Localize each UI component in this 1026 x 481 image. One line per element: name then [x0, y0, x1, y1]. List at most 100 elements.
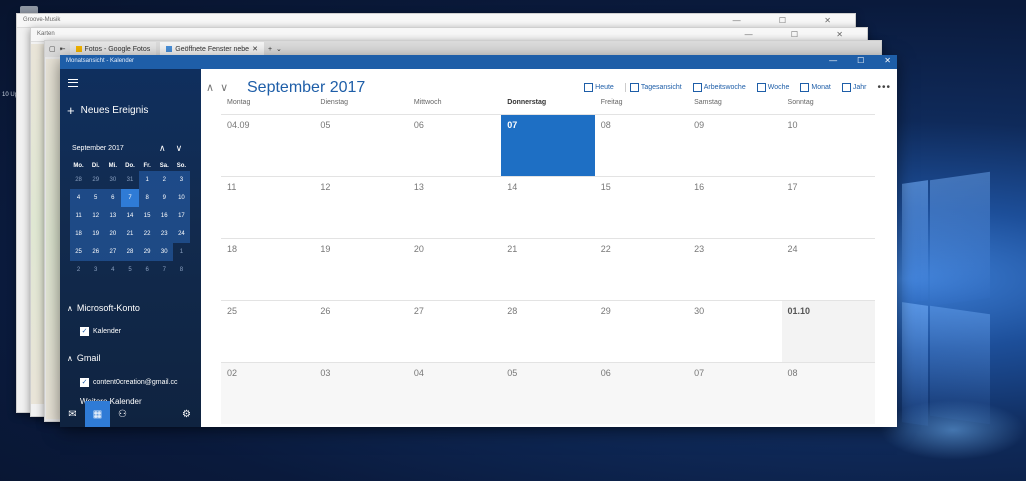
work-week-button[interactable]: Arbeitswoche: [692, 83, 746, 92]
day-cell[interactable]: 27: [408, 301, 501, 362]
mini-day[interactable]: 18: [70, 225, 88, 243]
mini-day[interactable]: 1: [173, 243, 190, 261]
day-cell[interactable]: 28: [501, 301, 594, 362]
day-cell[interactable]: 15: [595, 177, 688, 238]
checkbox-checked-icon[interactable]: ✓: [80, 327, 89, 336]
mini-day[interactable]: 5: [121, 261, 138, 279]
new-tab-button[interactable]: +: [268, 46, 272, 53]
mini-day[interactable]: 8: [138, 189, 156, 207]
mini-day[interactable]: 26: [87, 243, 105, 261]
mini-day[interactable]: 30: [104, 171, 121, 189]
mini-day[interactable]: 9: [155, 189, 173, 207]
day-cell[interactable]: 01.10: [781, 301, 875, 362]
mini-day[interactable]: 25: [70, 243, 88, 261]
microsoft-account-section[interactable]: ∧ Microsoft-Konto: [67, 303, 140, 313]
month-title[interactable]: September 2017: [247, 79, 365, 97]
day-view-button[interactable]: Tagesansicht: [624, 83, 682, 92]
day-cell[interactable]: 16: [688, 177, 781, 238]
mini-day[interactable]: 28: [70, 171, 87, 189]
maximize-button[interactable]: ☐: [857, 56, 864, 65]
mini-day[interactable]: 29: [138, 243, 156, 261]
tab-back-icon[interactable]: ⇤: [60, 45, 66, 53]
mini-day[interactable]: 16: [155, 207, 173, 225]
tab-list-icon[interactable]: ▢: [49, 45, 56, 53]
day-cell[interactable]: 07: [688, 363, 782, 424]
more-options-icon[interactable]: •••: [877, 82, 891, 93]
calendar-icon[interactable]: ▦: [85, 401, 110, 427]
people-icon[interactable]: ⚇: [110, 401, 135, 427]
hamburger-menu-icon[interactable]: [68, 79, 78, 87]
gear-icon[interactable]: ⚙: [174, 401, 199, 427]
year-button[interactable]: Jahr: [841, 83, 866, 92]
chevron-up-icon[interactable]: ∧: [159, 143, 166, 154]
mini-day[interactable]: 17: [172, 207, 190, 225]
mini-day[interactable]: 23: [155, 225, 173, 243]
tab-close-icon[interactable]: ✕: [252, 45, 258, 53]
mini-day[interactable]: 11: [70, 207, 88, 225]
close-button[interactable]: ✕: [884, 56, 891, 65]
mini-calendar-title[interactable]: September 2017: [72, 145, 124, 152]
mini-day[interactable]: 6: [139, 261, 156, 279]
title-bar[interactable]: Monatsansicht - Kalender — ☐ ✕: [60, 55, 897, 69]
chevron-down-icon[interactable]: ∨: [220, 81, 228, 94]
mini-day[interactable]: 4: [70, 189, 88, 207]
mini-day[interactable]: 8: [173, 261, 190, 279]
day-cell[interactable]: 29: [595, 301, 688, 362]
day-cell[interactable]: 13: [408, 177, 501, 238]
day-cell[interactable]: 04.09: [221, 115, 314, 176]
chevron-down-icon[interactable]: ⌄: [276, 45, 282, 53]
day-cell[interactable]: 06: [594, 363, 689, 424]
window-controls[interactable]: — ☐ ✕: [745, 30, 861, 39]
day-cell-today[interactable]: 07: [501, 115, 595, 176]
mini-day[interactable]: 21: [121, 225, 139, 243]
day-cell[interactable]: 02: [221, 363, 315, 424]
mini-day[interactable]: 14: [121, 207, 139, 225]
day-cell[interactable]: 23: [688, 239, 781, 300]
day-cell[interactable]: 14: [501, 177, 594, 238]
chevron-down-icon[interactable]: ∨: [176, 143, 183, 154]
tab-google-photos[interactable]: Fotos - Google Fotos: [69, 42, 157, 56]
mini-day[interactable]: 13: [104, 207, 122, 225]
today-button[interactable]: Heute: [584, 83, 614, 92]
day-cell[interactable]: 11: [221, 177, 314, 238]
new-event-button[interactable]: + Neues Ereignis: [67, 104, 148, 117]
mini-day[interactable]: 22: [138, 225, 156, 243]
day-cell[interactable]: 05: [501, 363, 595, 424]
mini-day[interactable]: 4: [104, 261, 121, 279]
day-cell[interactable]: 17: [782, 177, 875, 238]
mini-day[interactable]: 6: [104, 189, 122, 207]
day-cell[interactable]: 09: [688, 115, 781, 176]
day-cell[interactable]: 21: [501, 239, 594, 300]
mini-day[interactable]: 7: [156, 261, 173, 279]
mail-icon[interactable]: ✉: [60, 401, 85, 427]
calendar-checkbox-kalender[interactable]: ✓ Kalender: [80, 327, 121, 336]
week-button[interactable]: Woche: [756, 83, 789, 92]
tab-open-windows[interactable]: Geöffnete Fenster nebe ✕: [160, 42, 264, 56]
day-cell[interactable]: 12: [314, 177, 407, 238]
mini-day[interactable]: 28: [121, 243, 139, 261]
day-cell[interactable]: 19: [314, 239, 407, 300]
day-cell[interactable]: 10: [782, 115, 875, 176]
mini-day[interactable]: 15: [138, 207, 156, 225]
month-button[interactable]: Monat: [800, 83, 831, 92]
day-cell[interactable]: 05: [314, 115, 407, 176]
mini-day[interactable]: 29: [87, 171, 104, 189]
mini-day[interactable]: 27: [104, 243, 122, 261]
gmail-section[interactable]: ∧ Gmail: [67, 353, 100, 363]
mini-day[interactable]: 19: [87, 225, 105, 243]
mini-day[interactable]: 10: [172, 189, 190, 207]
mini-day[interactable]: 5: [87, 189, 105, 207]
calendar-window[interactable]: Monatsansicht - Kalender — ☐ ✕ + Neues E…: [60, 55, 897, 427]
day-cell[interactable]: 26: [314, 301, 407, 362]
mini-day[interactable]: 12: [87, 207, 105, 225]
checkbox-checked-icon[interactable]: ✓: [80, 378, 89, 387]
window-controls[interactable]: — ☐ ✕: [733, 16, 849, 25]
day-cell[interactable]: 24: [782, 239, 875, 300]
day-cell[interactable]: 03: [314, 363, 408, 424]
day-cell[interactable]: 08: [595, 115, 688, 176]
mini-day[interactable]: 3: [172, 171, 190, 189]
calendar-checkbox-gmail[interactable]: ✓ content0creation@gmail.cc: [80, 378, 178, 387]
day-cell[interactable]: 06: [408, 115, 501, 176]
mini-day[interactable]: 2: [70, 261, 87, 279]
day-cell[interactable]: 20: [408, 239, 501, 300]
